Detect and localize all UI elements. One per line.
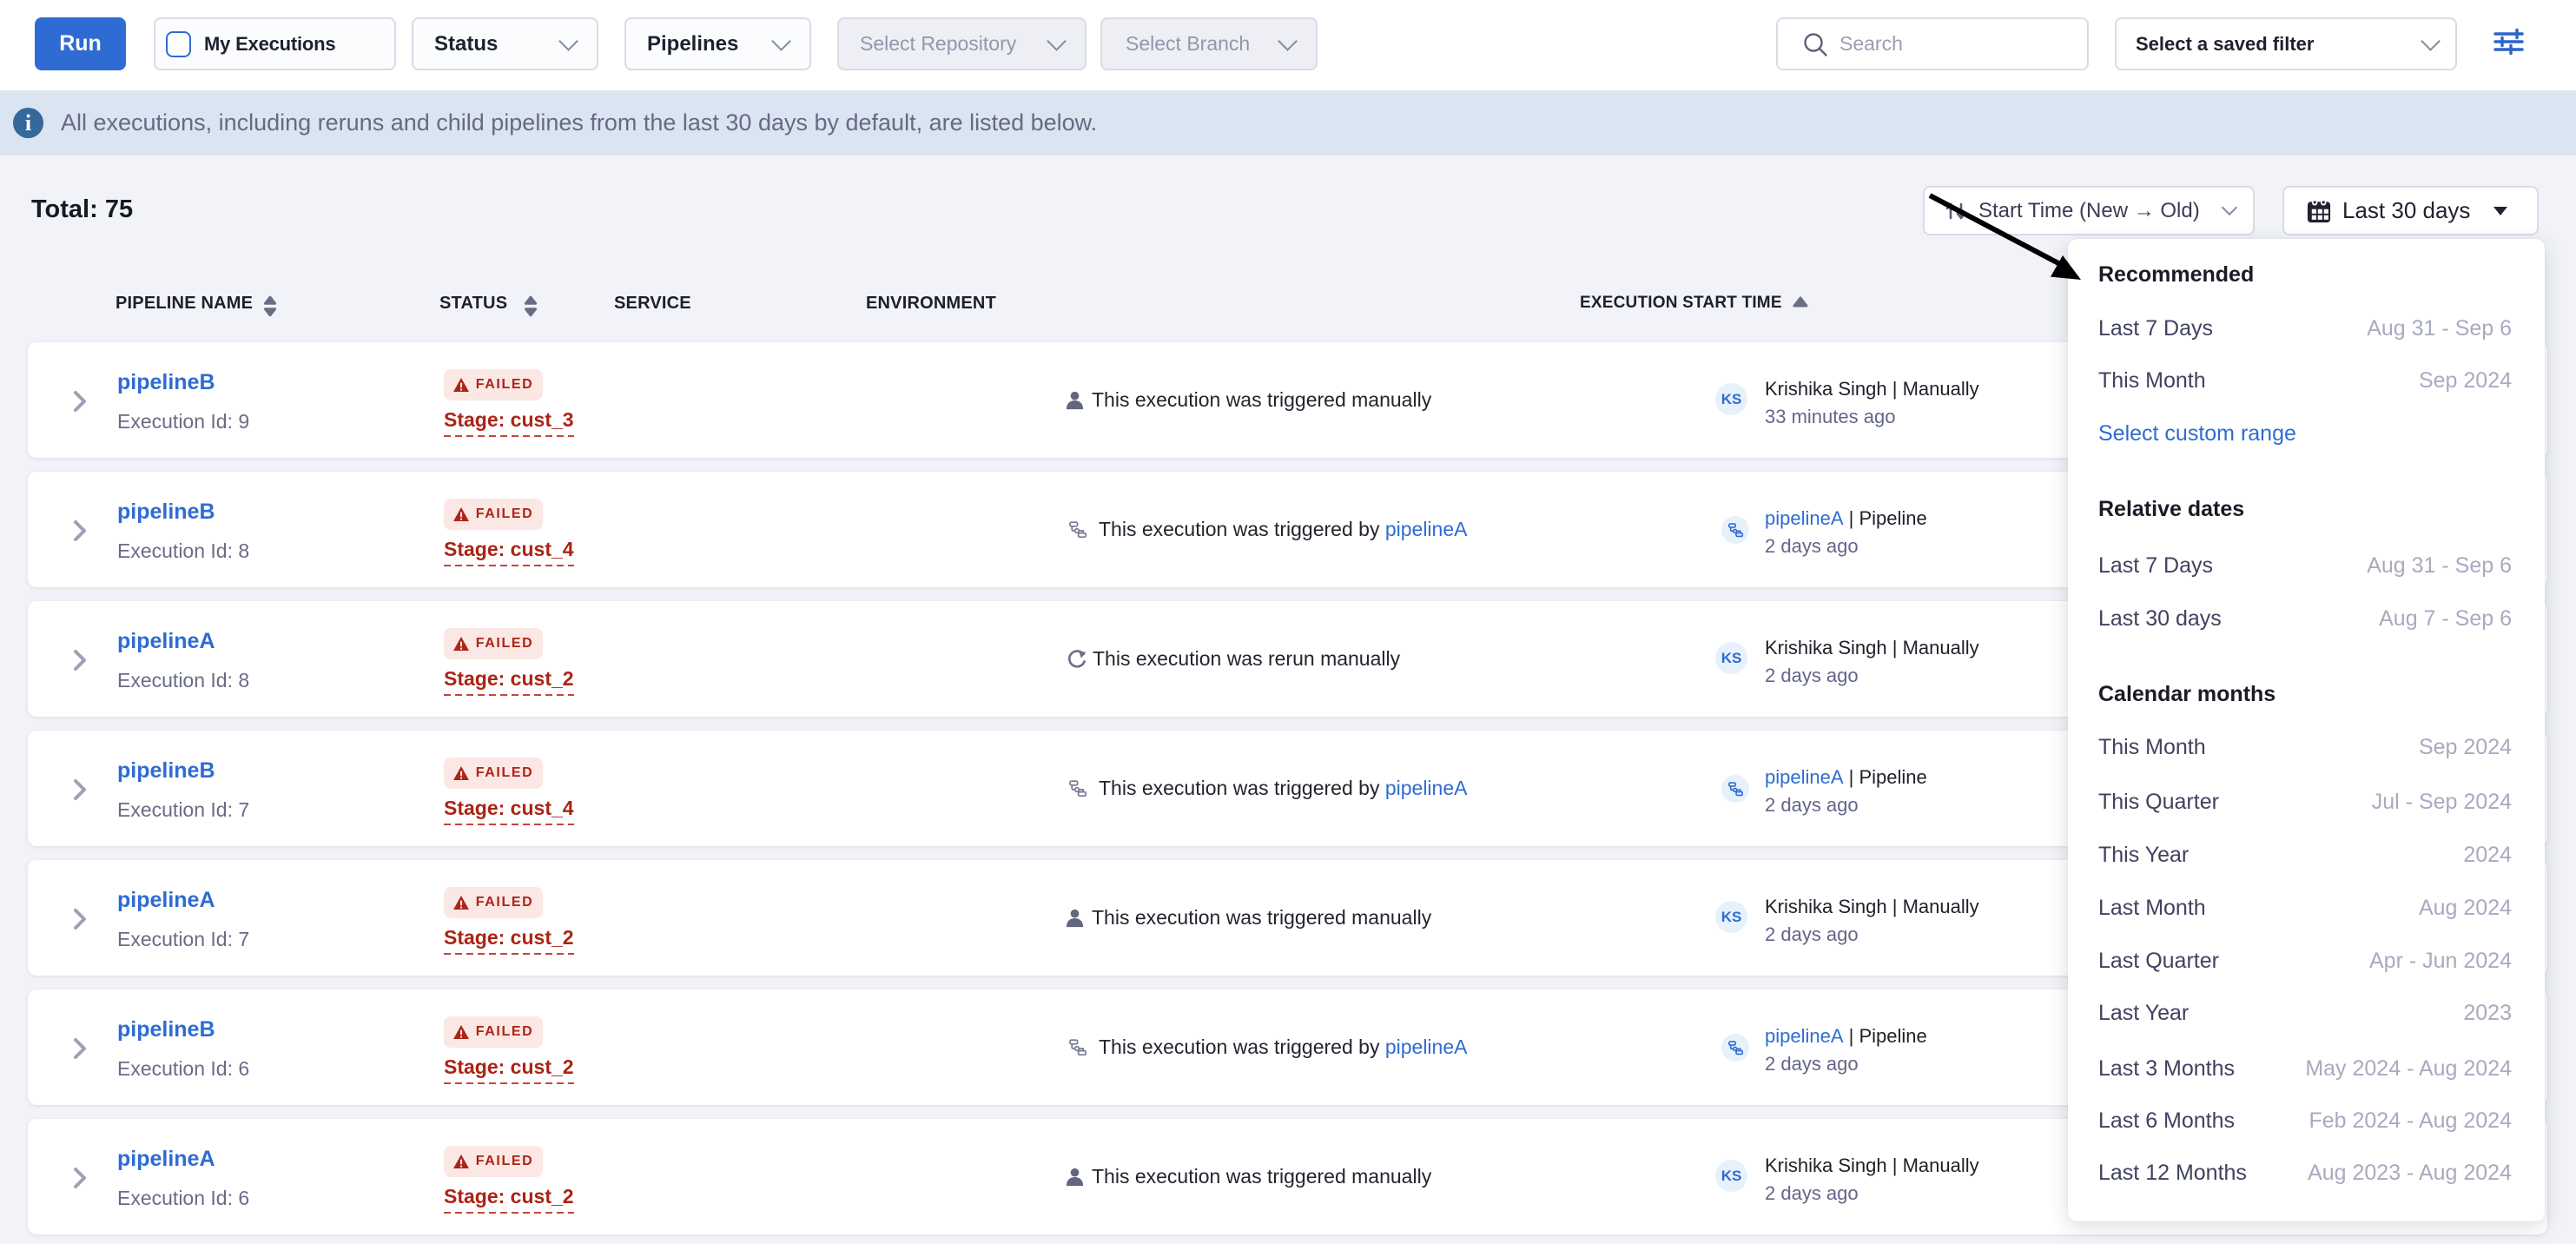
- svg-text:i: i: [25, 110, 31, 136]
